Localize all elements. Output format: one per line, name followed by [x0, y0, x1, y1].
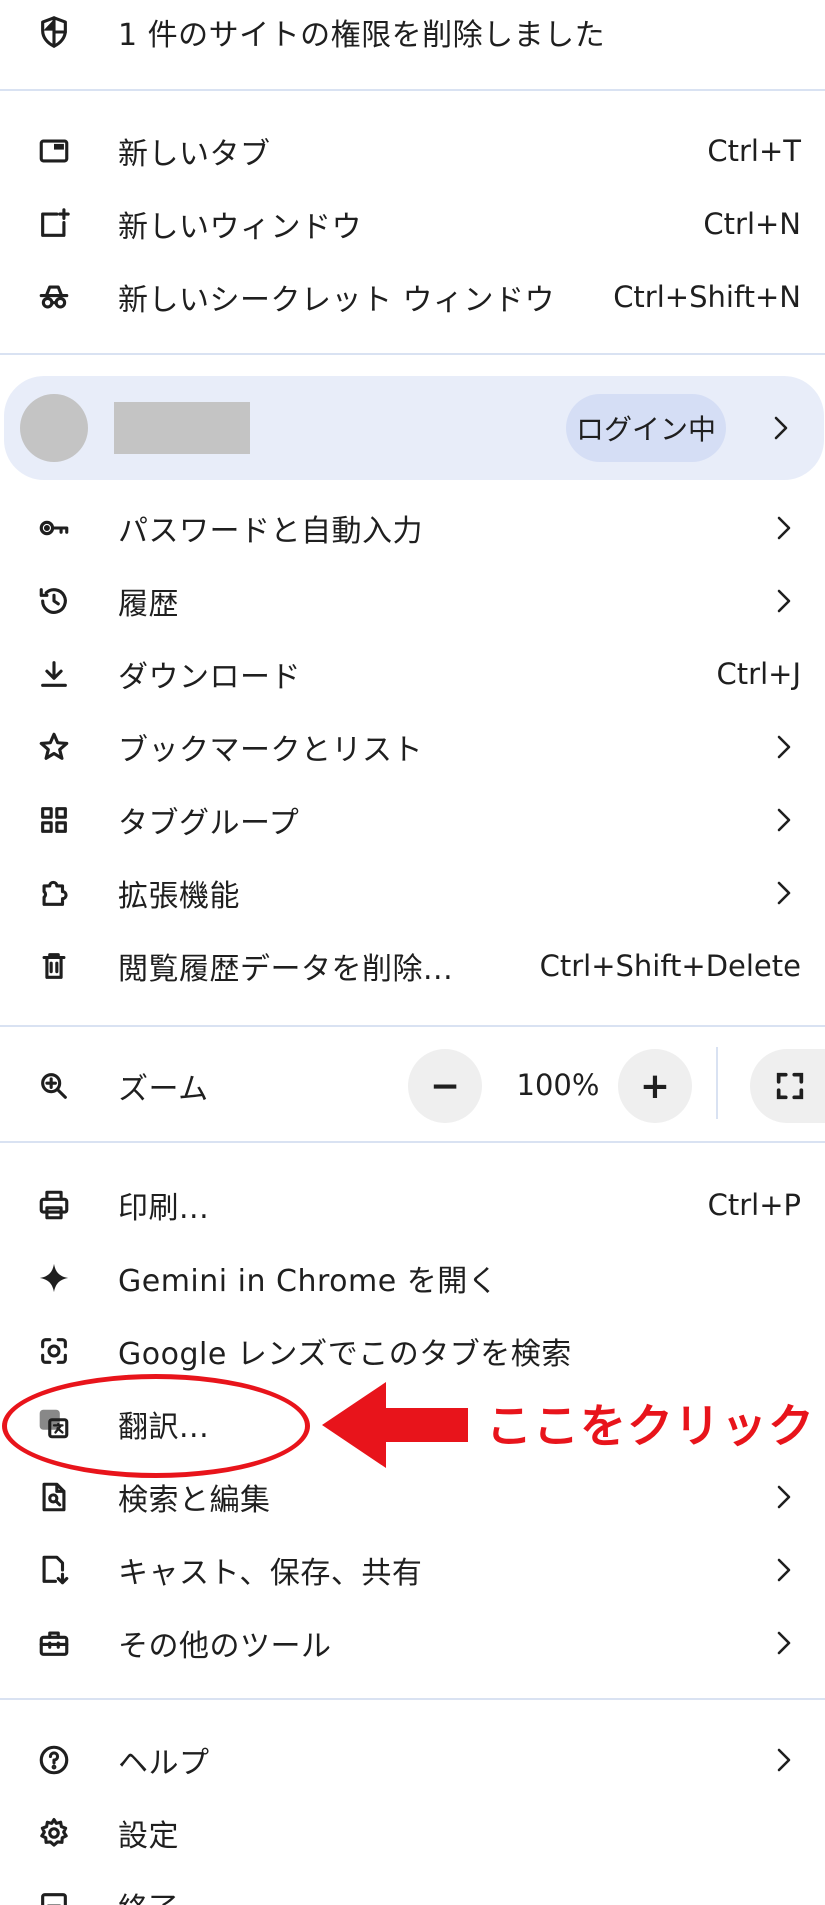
chevron-right-icon	[773, 732, 795, 762]
chevron-right-icon	[773, 586, 795, 616]
zoom-out-button[interactable]: −	[408, 1049, 482, 1123]
menu-item-cast-save-share[interactable]: キャスト、保存、共有	[0, 1534, 825, 1606]
chevron-right-icon	[773, 1745, 795, 1775]
menu-item-new-incognito[interactable]: 新しいシークレット ウィンドウ Ctrl+Shift+N	[0, 261, 825, 333]
menu-item-label: タブグループ	[118, 806, 300, 841]
chevron-right-icon	[773, 1628, 795, 1658]
highlight-ellipse	[2, 1374, 310, 1478]
menu-item-label: キャスト、保存、共有	[118, 1556, 423, 1591]
help-icon	[36, 1742, 72, 1778]
menu-item-clear-data[interactable]: 閲覧履歴データを削除... Ctrl+Shift+Delete	[0, 930, 825, 1002]
menu-item-label: 履歴	[118, 587, 179, 622]
menu-item-passwords[interactable]: パスワードと自動入力	[0, 492, 825, 564]
exit-icon	[36, 1888, 72, 1905]
menu-item-exit[interactable]: 終了	[0, 1870, 825, 1905]
new-window-icon	[36, 206, 72, 242]
divider	[716, 1047, 718, 1119]
tab-groups-icon	[36, 802, 72, 838]
menu-item-new-window[interactable]: 新しいウィンドウ Ctrl+N	[0, 188, 825, 260]
menu-item-print[interactable]: 印刷... Ctrl+P	[0, 1169, 825, 1241]
zoom-icon	[36, 1068, 72, 1104]
shortcut: Ctrl+N	[703, 207, 801, 241]
login-status-badge: ログイン中	[566, 394, 726, 462]
lens-icon	[36, 1333, 72, 1369]
red-arrow-icon	[322, 1382, 468, 1468]
zoom-level: 100%	[516, 1068, 600, 1102]
menu-item-label: 検索と編集	[118, 1483, 271, 1518]
zoom-label: ズーム	[118, 1072, 209, 1107]
chevron-right-icon	[773, 513, 795, 543]
trash-icon	[36, 948, 72, 984]
star-icon	[36, 729, 72, 765]
zoom-in-button[interactable]: +	[618, 1049, 692, 1123]
key-icon	[36, 510, 72, 546]
notice-text: 1 件のサイトの権限を削除しました	[118, 18, 606, 53]
profile-name-redacted	[114, 402, 250, 454]
chevron-right-icon	[773, 1482, 795, 1512]
menu-item-label: 新しいウィンドウ	[118, 210, 362, 245]
menu-item-label: ダウンロード	[118, 660, 301, 695]
menu-item-help[interactable]: ヘルプ	[0, 1724, 825, 1796]
menu-item-label: 新しいシークレット ウィンドウ	[118, 283, 556, 318]
chrome-menu: 1 件のサイトの権限を削除しました 新しいタブ Ctrl+T 新しいウィンドウ …	[0, 0, 825, 1905]
incognito-icon	[36, 279, 72, 315]
fullscreen-icon	[776, 1072, 804, 1100]
menu-item-more-tools[interactable]: その他のツール	[0, 1607, 825, 1679]
menu-item-label: パスワードと自動入力	[118, 514, 423, 549]
divider	[0, 1698, 825, 1700]
shortcut: Ctrl+J	[716, 657, 801, 691]
divider	[0, 89, 825, 91]
menu-item-tab-groups[interactable]: タブグループ	[0, 784, 825, 856]
menu-item-label: Google レンズでこのタブを検索	[118, 1337, 572, 1372]
menu-item-label: Gemini in Chrome を開く	[118, 1264, 499, 1299]
menu-item-label: 新しいタブ	[118, 137, 271, 172]
menu-item-label: ブックマークとリスト	[118, 733, 423, 768]
divider	[0, 1141, 825, 1143]
profile-row[interactable]: ログイン中	[4, 376, 824, 480]
new-tab-icon	[36, 133, 72, 169]
menu-item-label: 設定	[118, 1819, 179, 1854]
shortcut: Ctrl+P	[707, 1188, 801, 1222]
cast-icon	[36, 1552, 72, 1588]
menu-item-label: 印刷...	[118, 1191, 210, 1226]
download-icon	[36, 656, 72, 692]
chevron-right-icon	[773, 805, 795, 835]
chevron-right-icon	[773, 878, 795, 908]
history-icon	[36, 583, 72, 619]
gear-icon	[36, 1815, 72, 1851]
menu-item-downloads[interactable]: ダウンロード Ctrl+J	[0, 638, 825, 710]
find-icon	[36, 1479, 72, 1515]
menu-item-label: その他のツール	[118, 1629, 332, 1664]
shortcut: Ctrl+T	[707, 134, 801, 168]
shield-icon	[36, 14, 72, 50]
sparkle-icon	[36, 1260, 72, 1296]
extension-icon	[36, 875, 72, 911]
menu-item-extensions[interactable]: 拡張機能	[0, 857, 825, 929]
shortcut: Ctrl+Shift+N	[613, 280, 801, 314]
menu-item-label: 閲覧履歴データを削除...	[118, 952, 454, 987]
menu-item-label: 終了	[118, 1884, 179, 1905]
menu-item-bookmarks[interactable]: ブックマークとリスト	[0, 711, 825, 783]
chevron-right-icon	[770, 413, 792, 443]
menu-item-new-tab[interactable]: 新しいタブ Ctrl+T	[0, 115, 825, 187]
menu-item-history[interactable]: 履歴	[0, 565, 825, 637]
menu-item-settings[interactable]: 設定	[0, 1797, 825, 1869]
menu-item-gemini[interactable]: Gemini in Chrome を開く	[0, 1242, 825, 1314]
divider	[0, 353, 825, 355]
shortcut: Ctrl+Shift+Delete	[539, 949, 801, 983]
callout-text: ここをクリック	[486, 1399, 815, 1453]
fullscreen-button[interactable]	[750, 1049, 825, 1123]
menu-item-label: ヘルプ	[118, 1746, 210, 1781]
divider	[0, 1025, 825, 1027]
menu-item-label: 拡張機能	[118, 879, 240, 914]
chevron-right-icon	[773, 1555, 795, 1585]
toolbox-icon	[36, 1625, 72, 1661]
permission-notice: 1 件のサイトの権限を削除しました	[0, 0, 825, 68]
print-icon	[36, 1187, 72, 1223]
avatar	[20, 394, 88, 462]
